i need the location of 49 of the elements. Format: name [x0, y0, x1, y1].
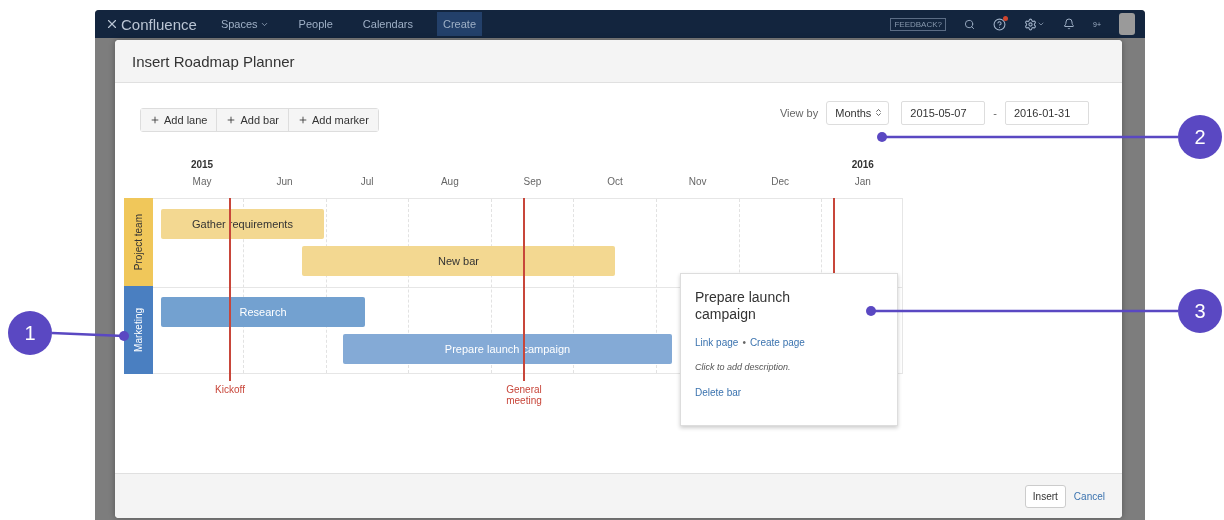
link-page-link[interactable]: Link page: [695, 337, 739, 348]
month-label: May: [192, 176, 212, 187]
month-label: Oct: [607, 176, 623, 187]
search-icon[interactable]: [964, 18, 975, 30]
month-label: Aug: [440, 176, 459, 187]
month-label: Jul: [360, 176, 374, 187]
nav-item[interactable]: Spaces: [214, 12, 275, 36]
settings-icon[interactable]: [1024, 17, 1045, 31]
start-date-field[interactable]: 2015-05-07: [901, 100, 986, 125]
month-label: Nov: [688, 176, 707, 187]
view-by-select[interactable]: Months: [826, 100, 890, 125]
marker-label: General meeting: [505, 384, 543, 406]
month-label: Dec: [771, 176, 790, 187]
year-label: 2016: [851, 159, 874, 170]
insert-button[interactable]: Insert: [1024, 484, 1066, 508]
range-separator: -: [993, 106, 997, 119]
notifications-icon[interactable]: [1063, 18, 1075, 30]
plus-icon: [226, 115, 237, 125]
view-by-label: View by: [779, 106, 819, 119]
callout-badge: 3: [1178, 289, 1222, 333]
cancel-link[interactable]: Cancel: [1073, 490, 1105, 502]
popover-title: Prepare launch campaign: [695, 289, 791, 323]
month-label: Sep: [523, 176, 542, 187]
callout-badge: 2: [1178, 115, 1222, 159]
feedback-button[interactable]: FEEDBACK?: [890, 17, 946, 31]
create-page-link[interactable]: Create page: [749, 337, 805, 348]
link-separator: •: [742, 337, 746, 348]
nav-item[interactable]: People: [292, 12, 339, 36]
month-label: Jan: [854, 176, 871, 187]
dialog-title: Insert Roadmap Planner: [132, 52, 295, 70]
app-logo[interactable]: Confluence: [105, 15, 197, 33]
end-date-field[interactable]: 2016-01-31: [1005, 100, 1089, 125]
nav-item[interactable]: Calendars: [356, 12, 419, 36]
toolbar-button[interactable]: Add lane: [141, 109, 218, 131]
lane-label[interactable]: Project team: [124, 198, 153, 286]
month-label: Jun: [276, 176, 293, 187]
nav-item[interactable]: Create: [437, 12, 483, 36]
up-down-arrows-icon: [874, 108, 884, 117]
help-icon[interactable]: [993, 17, 1006, 31]
lane-label[interactable]: Marketing: [124, 286, 153, 374]
description-placeholder[interactable]: Click to add description.: [695, 362, 883, 372]
delete-bar-link[interactable]: Delete bar: [695, 387, 883, 398]
callout-badge: 1: [8, 311, 52, 355]
marker-label: Kickoff: [214, 384, 246, 395]
roadmap-bar[interactable]: Gather requirements: [161, 209, 324, 239]
plus-icon: [297, 115, 308, 125]
year-label: 2015: [190, 159, 214, 170]
plus-icon: [150, 115, 160, 125]
roadmap-bar[interactable]: New bar: [302, 246, 615, 276]
